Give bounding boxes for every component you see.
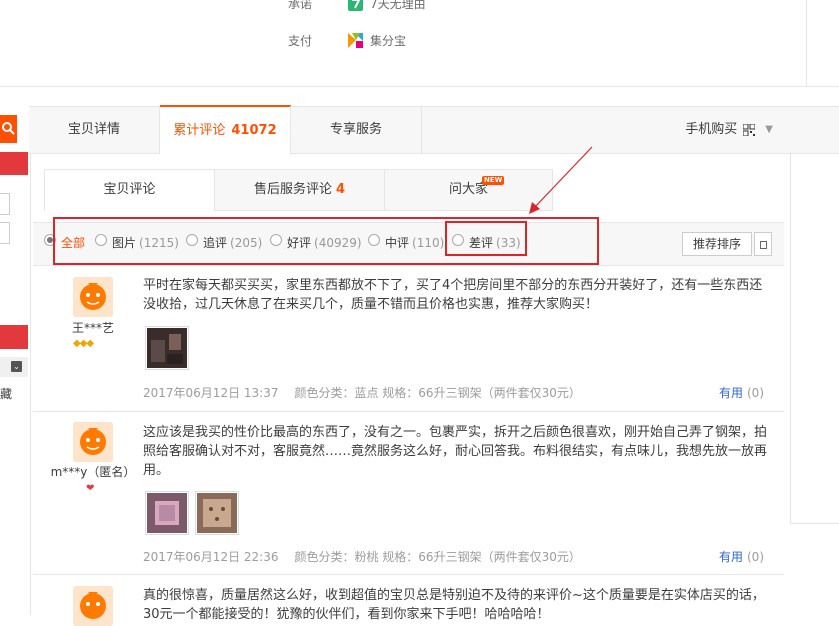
subtab-item-reviews[interactable]: 宝贝评论: [45, 170, 215, 211]
promise-value[interactable]: 7天无理由: [370, 0, 426, 12]
review-photo-thumbnail[interactable]: [145, 491, 189, 535]
main-tabbar: 宝贝详情 累计评论 41072 专享服务 手机购买 ▼: [29, 105, 839, 155]
avatar[interactable]: [73, 586, 113, 626]
promise-label: 承诺: [288, 0, 313, 11]
divider: [790, 523, 839, 524]
divider: [790, 152, 791, 524]
review-meta: 2017年06月12日 22:36 颜色分类：粉桃 规格：66升三钢架（两件套仅3…: [143, 548, 581, 565]
tab-exclusive-service[interactable]: 专享服务: [291, 107, 422, 153]
avatar[interactable]: [73, 422, 113, 462]
heart-level-icon: ❤: [86, 483, 94, 494]
helpful-label: 有用: [718, 386, 743, 400]
review-text: 真的很惊喜，质量居然这么好，收到超值的宝贝总是特别迫不及待的来评价~这个质量要是…: [143, 588, 765, 622]
chevron-down-icon[interactable]: ⌄: [11, 361, 22, 372]
search-button[interactable]: [0, 115, 17, 143]
review-date: 2017年06月12日 13:37: [143, 386, 279, 400]
tab-reviews[interactable]: 累计评论 41072: [160, 105, 291, 155]
tab-reviews-label: 累计评论: [173, 123, 226, 138]
review-meta: 2017年06月12日 13:37 颜色分类：蓝点 规格：66升三钢架（两件套仅3…: [143, 384, 581, 401]
diamond-level-icon: ◆◆◆: [73, 338, 94, 349]
tab-item-detail[interactable]: 宝贝详情: [29, 107, 160, 153]
helpful-label: 有用: [718, 550, 743, 564]
search-icon: [2, 122, 15, 135]
review-item: 王***艺 ◆◆◆ 平时在家每天都买买买，家里东西都放不下了，买了4个把房间里不…: [33, 264, 784, 412]
annotation-arrow-icon: [529, 146, 593, 214]
service-info-block: 承诺 7天无理由 支付 集分宝: [0, 0, 839, 87]
promise-row: 承诺 7天无理由: [288, 0, 426, 12]
payment-row: 支付 集分宝: [288, 31, 406, 49]
review-item: 真的很惊喜，质量居然这么好，收到超值的宝贝总是特别迫不及待的来评价~这个质量要是…: [33, 574, 784, 626]
qr-code-icon: [743, 124, 756, 136]
review-text: 这应该是我买的性价比最高的东西了，没有之一。包裹严实，拆开之后颜色很喜欢，刚开始…: [143, 425, 768, 478]
return-icon: [348, 0, 363, 11]
review-photos: [145, 326, 189, 370]
chevron-down-icon: ▼: [765, 124, 773, 135]
divider: [30, 152, 31, 615]
sort-recommended-button[interactable]: 推荐排序: [682, 232, 752, 256]
left-input-max[interactable]: [0, 222, 10, 244]
subtab-after-sale-count: 4: [335, 182, 346, 197]
pay-value[interactable]: 集分宝: [370, 32, 406, 49]
divider: [806, 0, 807, 86]
subtab-after-sale-reviews[interactable]: 售后服务评论 4: [215, 170, 385, 210]
left-section-header-2: [0, 325, 28, 349]
helpful-button[interactable]: 有用 (0): [719, 548, 764, 565]
review-text: 平时在家每天都买买买，家里东西都放不下了，买了4个把房间里不部分的东西分开装好了…: [143, 278, 763, 312]
jifenbao-icon: [348, 32, 363, 48]
review-photo-thumbnail[interactable]: [145, 326, 189, 370]
new-badge: NEW: [482, 176, 505, 185]
left-section-header: [0, 152, 28, 175]
avatar[interactable]: [73, 277, 113, 317]
review-item: m***y（匿名） ❤ 这应该是我买的性价比最高的东西了，没有之一。包裹严实，拆…: [33, 411, 784, 575]
pay-label: 支付: [288, 33, 313, 48]
left-fav-text[interactable]: 藏: [0, 385, 12, 402]
sort-toggle-button[interactable]: [754, 232, 772, 256]
review-username: m***y（匿名）: [50, 465, 136, 479]
helpful-count: (0): [747, 550, 764, 564]
review-subtabs: 宝贝评论 售后服务评论 4 问大家 NEW: [44, 169, 553, 211]
review-photo-thumbnail[interactable]: [195, 491, 239, 535]
annotation-box-negative: [445, 221, 527, 256]
review-username: 王***艺: [71, 321, 114, 335]
mobile-buy-label: 手机购买: [685, 122, 738, 137]
helpful-count: (0): [747, 386, 764, 400]
review-sku: 颜色分类：蓝点 规格：66升三钢架（两件套仅30元）: [294, 386, 581, 400]
helpful-button[interactable]: 有用 (0): [719, 384, 764, 401]
review-photos: [145, 491, 239, 535]
review-sku: 颜色分类：粉桃 规格：66升三钢架（两件套仅30元）: [294, 550, 581, 564]
subtab-after-sale-label: 售后服务评论: [253, 182, 332, 197]
left-input-min[interactable]: [0, 193, 10, 215]
mobile-buy-button[interactable]: 手机购买 ▼: [685, 107, 773, 153]
tab-reviews-count: 41072: [231, 123, 277, 138]
review-date: 2017年06月12日 22:36: [143, 550, 279, 564]
